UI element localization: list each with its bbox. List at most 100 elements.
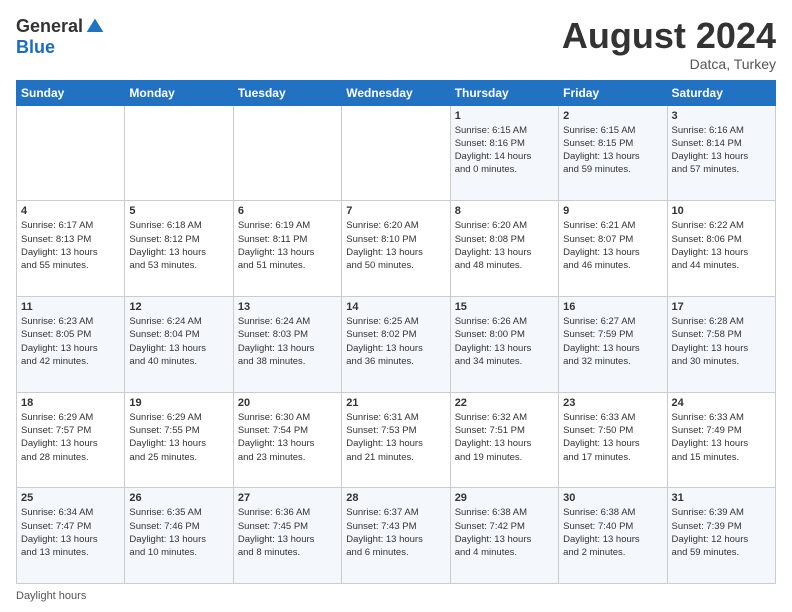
calendar-week-row: 4 Sunrise: 6:17 AMSunset: 8:13 PMDaylight… bbox=[17, 201, 776, 297]
calendar-cell: 13Sunrise: 6:24 AMSunset: 8:03 PMDayligh… bbox=[233, 296, 341, 392]
calendar-cell: 21 Sunrise: 6:31 AMSunset: 7:53 PMDayligh… bbox=[342, 392, 450, 488]
day-number: 28 bbox=[346, 492, 445, 504]
day-info: Sunrise: 6:20 AMSunset: 8:10 PMDaylight:… bbox=[346, 219, 445, 272]
day-number: 5 bbox=[129, 205, 228, 217]
day-info: Sunrise: 6:25 AMSunset: 8:02 PMDaylight:… bbox=[346, 315, 445, 368]
day-number: 16 bbox=[563, 301, 662, 313]
day-number: 29 bbox=[455, 492, 554, 504]
day-info: Sunrise: 6:33 AMSunset: 7:49 PMDaylight:… bbox=[672, 411, 771, 464]
col-header-saturday: Saturday bbox=[667, 80, 775, 105]
location: Datca, Turkey bbox=[562, 56, 776, 72]
col-header-wednesday: Wednesday bbox=[342, 80, 450, 105]
logo-general: General bbox=[16, 16, 83, 37]
calendar-cell: 4 Sunrise: 6:17 AMSunset: 8:13 PMDaylight… bbox=[17, 201, 125, 297]
logo: General Blue bbox=[16, 16, 105, 58]
day-number: 10 bbox=[672, 205, 771, 217]
calendar-cell: 10 Sunrise: 6:22 AMSunset: 8:06 PMDayligh… bbox=[667, 201, 775, 297]
day-info: Sunrise: 6:22 AMSunset: 8:06 PMDaylight:… bbox=[672, 219, 771, 272]
col-header-tuesday: Tuesday bbox=[233, 80, 341, 105]
day-info: Sunrise: 6:16 AMSunset: 8:14 PMDaylight:… bbox=[672, 124, 771, 177]
calendar-week-row: 1 Sunrise: 6:15 AMSunset: 8:16 PMDaylight… bbox=[17, 105, 776, 201]
day-info: Sunrise: 6:24 AMSunset: 8:03 PMDaylight:… bbox=[238, 315, 337, 368]
logo-icon bbox=[85, 17, 105, 37]
calendar-cell: 3 Sunrise: 6:16 AMSunset: 8:14 PMDaylight… bbox=[667, 105, 775, 201]
calendar-cell: 11 Sunrise: 6:23 AMSunset: 8:05 PMDayligh… bbox=[17, 296, 125, 392]
calendar-cell: 17Sunrise: 6:28 AMSunset: 7:58 PMDayligh… bbox=[667, 296, 775, 392]
day-number: 20 bbox=[238, 397, 337, 409]
day-number: 22 bbox=[455, 397, 554, 409]
col-header-friday: Friday bbox=[559, 80, 667, 105]
day-info: Sunrise: 6:15 AMSunset: 8:16 PMDaylight:… bbox=[455, 124, 554, 177]
header: General Blue August 2024 Datca, Turkey bbox=[16, 16, 776, 72]
calendar-cell bbox=[17, 105, 125, 201]
calendar-cell: 7 Sunrise: 6:20 AMSunset: 8:10 PMDaylight… bbox=[342, 201, 450, 297]
col-header-thursday: Thursday bbox=[450, 80, 558, 105]
day-info: Sunrise: 6:20 AMSunset: 8:08 PMDaylight:… bbox=[455, 219, 554, 272]
day-number: 4 bbox=[21, 205, 120, 217]
calendar-cell: 30 Sunrise: 6:38 AMSunset: 7:40 PMDayligh… bbox=[559, 488, 667, 584]
day-info: Sunrise: 6:29 AMSunset: 7:55 PMDaylight:… bbox=[129, 411, 228, 464]
calendar-cell: 6 Sunrise: 6:19 AMSunset: 8:11 PMDaylight… bbox=[233, 201, 341, 297]
calendar-cell: 8 Sunrise: 6:20 AMSunset: 8:08 PMDaylight… bbox=[450, 201, 558, 297]
calendar-cell: 27Sunrise: 6:36 AMSunset: 7:45 PMDayligh… bbox=[233, 488, 341, 584]
day-info: Sunrise: 6:35 AMSunset: 7:46 PMDaylight:… bbox=[129, 506, 228, 559]
day-info: Sunrise: 6:39 AMSunset: 7:39 PMDaylight:… bbox=[672, 506, 771, 559]
day-number: 26 bbox=[129, 492, 228, 504]
day-info: Sunrise: 6:23 AMSunset: 8:05 PMDaylight:… bbox=[21, 315, 120, 368]
calendar-cell: 20 Sunrise: 6:30 AMSunset: 7:54 PMDayligh… bbox=[233, 392, 341, 488]
calendar-cell: 5Sunrise: 6:18 AMSunset: 8:12 PMDaylight… bbox=[125, 201, 233, 297]
day-info: Sunrise: 6:24 AMSunset: 8:04 PMDaylight:… bbox=[129, 315, 228, 368]
day-info: Sunrise: 6:33 AMSunset: 7:50 PMDaylight:… bbox=[563, 411, 662, 464]
day-info: Sunrise: 6:38 AMSunset: 7:40 PMDaylight:… bbox=[563, 506, 662, 559]
day-info: Sunrise: 6:38 AMSunset: 7:42 PMDaylight:… bbox=[455, 506, 554, 559]
day-number: 27 bbox=[238, 492, 337, 504]
calendar-header-row: SundayMondayTuesdayWednesdayThursdayFrid… bbox=[17, 80, 776, 105]
day-number: 23 bbox=[563, 397, 662, 409]
day-number: 7 bbox=[346, 205, 445, 217]
calendar-cell: 29 Sunrise: 6:38 AMSunset: 7:42 PMDayligh… bbox=[450, 488, 558, 584]
day-info: Sunrise: 6:29 AMSunset: 7:57 PMDaylight:… bbox=[21, 411, 120, 464]
day-number: 30 bbox=[563, 492, 662, 504]
logo-blue: Blue bbox=[16, 37, 55, 58]
day-info: Sunrise: 6:27 AMSunset: 7:59 PMDaylight:… bbox=[563, 315, 662, 368]
month-title: August 2024 bbox=[562, 16, 776, 56]
day-number: 1 bbox=[455, 110, 554, 122]
calendar-cell: 25Sunrise: 6:34 AMSunset: 7:47 PMDayligh… bbox=[17, 488, 125, 584]
header-right: August 2024 Datca, Turkey bbox=[562, 16, 776, 72]
calendar-cell: 26 Sunrise: 6:35 AMSunset: 7:46 PMDayligh… bbox=[125, 488, 233, 584]
day-number: 19 bbox=[129, 397, 228, 409]
day-number: 14 bbox=[346, 301, 445, 313]
day-number: 8 bbox=[455, 205, 554, 217]
calendar-cell bbox=[342, 105, 450, 201]
calendar-cell: 19 Sunrise: 6:29 AMSunset: 7:55 PMDayligh… bbox=[125, 392, 233, 488]
day-number: 6 bbox=[238, 205, 337, 217]
day-number: 25 bbox=[21, 492, 120, 504]
page: General Blue August 2024 Datca, Turkey S… bbox=[0, 0, 792, 612]
day-number: 3 bbox=[672, 110, 771, 122]
calendar-cell: 22Sunrise: 6:32 AMSunset: 7:51 PMDayligh… bbox=[450, 392, 558, 488]
calendar-week-row: 11 Sunrise: 6:23 AMSunset: 8:05 PMDayligh… bbox=[17, 296, 776, 392]
calendar-cell: 31Sunrise: 6:39 AMSunset: 7:39 PMDayligh… bbox=[667, 488, 775, 584]
logo-text: General bbox=[16, 16, 105, 37]
calendar-week-row: 25Sunrise: 6:34 AMSunset: 7:47 PMDayligh… bbox=[17, 488, 776, 584]
calendar-cell: 28 Sunrise: 6:37 AMSunset: 7:43 PMDayligh… bbox=[342, 488, 450, 584]
day-info: Sunrise: 6:37 AMSunset: 7:43 PMDaylight:… bbox=[346, 506, 445, 559]
day-info: Sunrise: 6:31 AMSunset: 7:53 PMDaylight:… bbox=[346, 411, 445, 464]
day-info: Sunrise: 6:21 AMSunset: 8:07 PMDaylight:… bbox=[563, 219, 662, 272]
footer-label: Daylight hours bbox=[16, 590, 86, 602]
col-header-sunday: Sunday bbox=[17, 80, 125, 105]
calendar-cell: 15Sunrise: 6:26 AMSunset: 8:00 PMDayligh… bbox=[450, 296, 558, 392]
day-info: Sunrise: 6:17 AMSunset: 8:13 PMDaylight:… bbox=[21, 219, 120, 272]
calendar-cell: 23 Sunrise: 6:33 AMSunset: 7:50 PMDayligh… bbox=[559, 392, 667, 488]
day-info: Sunrise: 6:19 AMSunset: 8:11 PMDaylight:… bbox=[238, 219, 337, 272]
day-info: Sunrise: 6:15 AMSunset: 8:15 PMDaylight:… bbox=[563, 124, 662, 177]
footer: Daylight hours bbox=[16, 590, 776, 602]
calendar-cell: 9Sunrise: 6:21 AMSunset: 8:07 PMDaylight… bbox=[559, 201, 667, 297]
day-info: Sunrise: 6:30 AMSunset: 7:54 PMDaylight:… bbox=[238, 411, 337, 464]
col-header-monday: Monday bbox=[125, 80, 233, 105]
calendar-cell: 12Sunrise: 6:24 AMSunset: 8:04 PMDayligh… bbox=[125, 296, 233, 392]
calendar-cell bbox=[125, 105, 233, 201]
calendar-cell: 1 Sunrise: 6:15 AMSunset: 8:16 PMDaylight… bbox=[450, 105, 558, 201]
day-number: 21 bbox=[346, 397, 445, 409]
day-number: 11 bbox=[21, 301, 120, 313]
